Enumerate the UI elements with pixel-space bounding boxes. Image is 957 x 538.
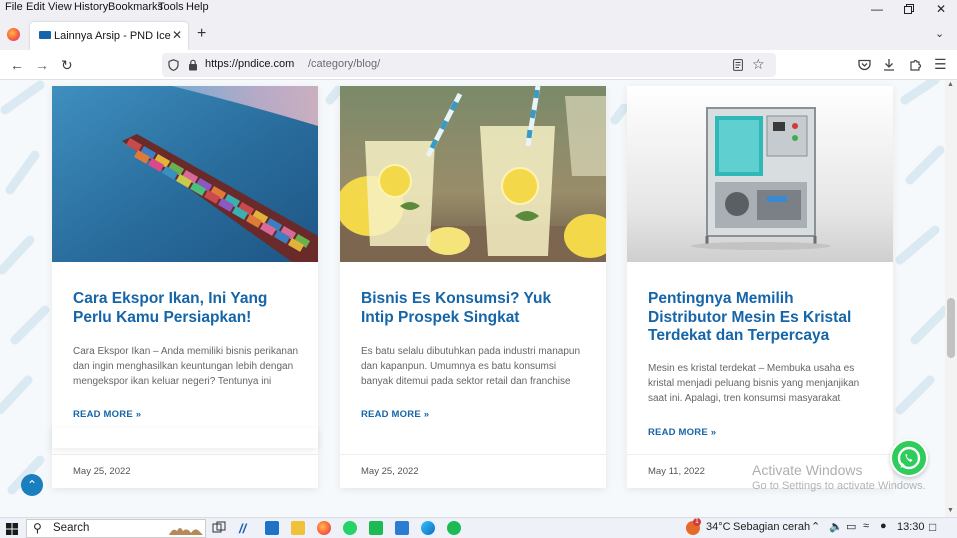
tab-title: Lainnya Arsip - PND Ice [54, 30, 171, 42]
post-excerpt: Es batu selalu dibutuhkan pada industri … [361, 346, 581, 387]
whatsapp-taskbar-icon[interactable] [343, 521, 357, 535]
menu-history[interactable]: History [74, 1, 108, 13]
container-ship-image[interactable] [52, 86, 318, 262]
card-divider [340, 454, 606, 455]
url-path: /category/blog/ [308, 58, 381, 70]
file-explorer-icon[interactable] [291, 521, 305, 535]
search-label: Search [53, 522, 90, 534]
post-excerpt: Mesin es kristal terdekat – Membuka usah… [648, 363, 860, 404]
scroll-up-arrow-icon[interactable]: ▲ [947, 81, 954, 88]
clock-time[interactable]: 13:30 [897, 521, 925, 533]
back-icon[interactable]: ← [10, 58, 24, 72]
blog-card[interactable]: Pentingnya Memilih Distributor Mesin Es … [627, 86, 893, 488]
search-icon: ⚲ [33, 521, 42, 535]
back-to-top-button[interactable]: ⌃ [21, 474, 43, 496]
task-view-icon[interactable] [212, 521, 226, 535]
battery-icon[interactable]: ▭ [846, 520, 856, 533]
list-all-tabs-icon[interactable]: ⌄ [935, 27, 944, 40]
post-title[interactable]: Bisnis Es Konsumsi? Yuk Intip Prospek Si… [361, 290, 585, 327]
tab-close-icon[interactable]: ✕ [172, 28, 182, 42]
taskbar-search-box[interactable]: ⚲ Search [26, 519, 206, 538]
app-store-icon[interactable] [395, 521, 409, 535]
firefox-icon[interactable] [317, 521, 331, 535]
windows-taskbar: ⚲ Search // 1 34°C Sebagian cerah ⌃ 🔈 ▭ … [0, 517, 957, 538]
read-more-link[interactable]: READ MORE » [73, 409, 141, 420]
show-hidden-icons-icon[interactable]: ⌃ [811, 520, 820, 533]
search-highlight-camel-icon [169, 528, 203, 535]
notification-center-icon[interactable]: □ [929, 520, 936, 534]
ice-machine-image[interactable] [627, 86, 893, 262]
new-tab-icon[interactable]: + [197, 25, 206, 43]
menu-tools[interactable]: Tools [158, 1, 184, 13]
firefox-view-icon[interactable] [7, 28, 20, 41]
extensions-icon[interactable] [909, 58, 922, 71]
close-window-icon[interactable]: ✕ [925, 0, 957, 18]
post-title[interactable]: Cara Ekspor Ikan, Ini Yang Perlu Kamu Pe… [73, 290, 297, 327]
blog-card-partial[interactable] [52, 428, 318, 448]
shield-icon[interactable] [168, 59, 179, 71]
scrollbar-thumb[interactable] [947, 298, 955, 358]
read-more-link[interactable]: READ MORE » [361, 409, 429, 420]
post-date: May 25, 2022 [73, 466, 131, 477]
blog-card[interactable]: Bisnis Es Konsumsi? Yuk Intip Prospek Si… [340, 86, 606, 488]
active-tab[interactable]: Lainnya Arsip - PND Ice ✕ [30, 22, 188, 50]
lemonade-glasses-image[interactable] [340, 86, 606, 262]
line-chat-icon[interactable] [369, 521, 383, 535]
maximize-icon[interactable] [893, 0, 925, 18]
menu-file[interactable]: File [5, 1, 23, 13]
card-divider [627, 454, 893, 455]
notification-badge: 1 [693, 518, 701, 526]
forward-icon[interactable]: → [35, 58, 49, 72]
lock-icon[interactable] [188, 59, 198, 71]
read-more-link[interactable]: READ MORE » [648, 427, 716, 438]
menu-view[interactable]: View [48, 1, 72, 13]
url-host: https://pndice.com [205, 58, 295, 70]
reload-icon[interactable]: ↻ [61, 58, 73, 72]
menu-help[interactable]: Help [186, 1, 209, 13]
bookmark-star-icon[interactable]: ☆ [752, 56, 765, 73]
weather-text[interactable]: Sebagian cerah [733, 521, 810, 533]
navigation-toolbar: ← → ↻ https://pndice.com/category/blog/ … [0, 50, 957, 80]
temperature-text[interactable]: 34°C [706, 521, 731, 533]
menu-bookmarks[interactable]: Bookmarks [108, 1, 163, 13]
wifi-icon[interactable]: ≈ [863, 520, 869, 532]
site-favicon-icon [39, 31, 51, 39]
whatsapp-icon [897, 446, 921, 470]
scroll-down-arrow-icon[interactable]: ▼ [947, 507, 954, 514]
post-excerpt: Cara Ekspor Ikan – Anda memiliki bisnis … [73, 346, 299, 387]
chevron-up-icon: ⌃ [26, 478, 38, 492]
windows-start-icon[interactable] [6, 523, 18, 535]
mail-icon[interactable] [265, 521, 279, 535]
pocket-icon[interactable] [858, 59, 871, 71]
post-date: May 25, 2022 [361, 466, 419, 477]
menu-edit[interactable]: Edit [26, 1, 45, 13]
language-icon[interactable]: ● [880, 520, 887, 532]
post-title[interactable]: Pentingnya Memilih Distributor Mesin Es … [648, 290, 872, 346]
edge-icon[interactable] [421, 521, 435, 535]
tab-bar: Lainnya Arsip - PND Ice ✕ + ⌄ [0, 18, 957, 50]
reader-view-icon[interactable] [733, 59, 743, 71]
activation-watermark-title: Activate Windows [752, 462, 863, 478]
card-divider [52, 454, 318, 455]
activation-watermark-text: Go to Settings to activate Windows. [752, 480, 926, 492]
whatsapp-button[interactable] [890, 439, 928, 477]
app-taskbar-slash-icon[interactable]: // [239, 521, 253, 536]
minimize-icon[interactable]: — [861, 0, 893, 18]
app-menu-icon[interactable]: ☰ [934, 56, 947, 73]
post-date: May 11, 2022 [648, 466, 705, 477]
page-content: Cara Ekspor Ikan, Ini Yang Perlu Kamu Pe… [0, 80, 945, 517]
downloads-icon[interactable] [883, 58, 895, 71]
menu-bar: File Edit View History Bookmarks Tools H… [0, 0, 957, 18]
url-bar[interactable]: https://pndice.com/category/blog/ ☆ [162, 53, 776, 77]
volume-icon[interactable]: 🔈 [829, 520, 843, 533]
spotify-icon[interactable] [447, 521, 461, 535]
